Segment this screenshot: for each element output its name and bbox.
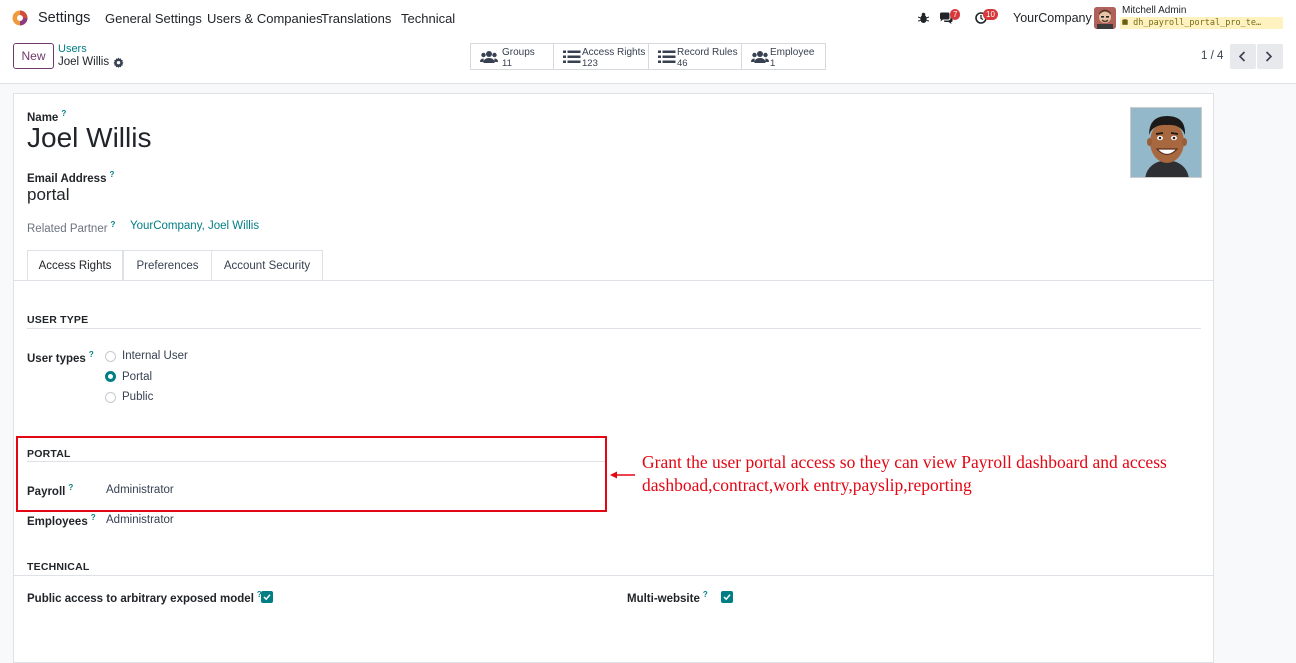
messages-badge: 7 [950, 9, 961, 20]
annotation-highlight-box [16, 436, 607, 512]
help-icon[interactable]: ? [111, 220, 116, 229]
help-icon[interactable]: ? [91, 513, 96, 522]
radio-label[interactable]: Portal [122, 371, 152, 383]
top-navbar: Settings General Settings Users & Compan… [0, 0, 1296, 36]
form-sheet: Name? Joel Willis Email Address? portal … [13, 93, 1214, 663]
tab-preferences[interactable]: Preferences [123, 250, 212, 281]
bug-icon[interactable] [918, 12, 929, 24]
smart-button-employee[interactable]: Employee 1 [741, 43, 826, 70]
email-label: Email Address? [27, 170, 115, 185]
smart-button-groups[interactable]: Groups 11 [470, 43, 554, 70]
section-separator [27, 328, 1201, 329]
smart-button-value: 1 [770, 58, 776, 69]
section-separator [14, 575, 1213, 576]
radio-label[interactable]: Public [122, 391, 153, 403]
gear-icon[interactable] [113, 57, 124, 68]
public-access-checkbox[interactable] [261, 591, 273, 603]
new-button[interactable]: New [13, 43, 54, 69]
pager-next-button[interactable] [1257, 44, 1283, 69]
section-title-user-type: USER TYPE [27, 314, 89, 326]
help-icon[interactable]: ? [703, 590, 708, 599]
users-icon [751, 51, 769, 63]
pager-value[interactable]: 1 / 4 [1201, 50, 1223, 62]
section-title-technical: TECHNICAL [27, 561, 90, 573]
tabs-divider [14, 280, 1213, 281]
smart-button-label: Record Rules [677, 47, 738, 58]
users-icon [480, 51, 498, 63]
annotation-arrow-icon [610, 471, 635, 479]
user-types-label: User types? [27, 350, 94, 365]
check-icon [723, 594, 731, 601]
email-field[interactable]: portal [27, 185, 70, 205]
menu-general-settings[interactable]: General Settings [105, 11, 202, 26]
menu-translations[interactable]: Translations [321, 11, 391, 26]
radio-public[interactable] [105, 392, 116, 403]
user-photo[interactable] [1130, 107, 1202, 178]
radio-label[interactable]: Internal User [122, 350, 188, 362]
database-icon [1122, 19, 1128, 25]
settings-app-icon[interactable] [11, 9, 29, 27]
database-name: dh_payroll_portal_pro_te… [1120, 17, 1283, 29]
smart-button-value: 123 [582, 58, 598, 69]
company-switcher[interactable]: YourCompany [1013, 11, 1092, 25]
help-icon[interactable]: ? [61, 109, 66, 118]
check-icon [263, 594, 271, 601]
name-field[interactable]: Joel Willis [27, 122, 151, 154]
database-name-text: dh_payroll_portal_pro_te… [1133, 18, 1262, 28]
menu-technical[interactable]: Technical [401, 11, 455, 26]
user-name[interactable]: Mitchell Admin [1122, 5, 1186, 16]
list-icon [658, 50, 676, 63]
radio-internal-user[interactable] [105, 351, 116, 362]
help-icon[interactable]: ? [89, 350, 94, 359]
breadcrumb-current: Joel Willis [58, 56, 110, 68]
menu-users-companies[interactable]: Users & Companies [207, 11, 323, 26]
smart-button-record-rules[interactable]: Record Rules 46 [648, 43, 742, 70]
smart-button-label: Access Rights [582, 47, 646, 58]
related-partner-label: Related Partner? [27, 220, 116, 235]
chevron-left-icon [1238, 51, 1246, 62]
smart-button-value: 46 [677, 58, 688, 69]
user-avatar[interactable] [1094, 7, 1116, 29]
tab-account-security[interactable]: Account Security [211, 250, 323, 281]
related-partner-link[interactable]: YourCompany, Joel Willis [130, 220, 259, 232]
multi-website-checkbox[interactable] [721, 591, 733, 603]
employees-label: Employees? [27, 513, 96, 528]
smart-button-label: Employee [770, 47, 815, 58]
smart-button-label: Groups [502, 47, 535, 58]
app-name[interactable]: Settings [38, 10, 90, 26]
multi-website-label: Multi-website? [627, 590, 708, 605]
list-icon [563, 50, 581, 63]
public-access-label: Public access to arbitrary exposed model… [27, 590, 262, 605]
pager-previous-button[interactable] [1230, 44, 1256, 69]
radio-portal[interactable] [105, 371, 116, 382]
activities-badge: 10 [983, 9, 998, 20]
smart-button-access-rights[interactable]: Access Rights 123 [553, 43, 649, 70]
help-icon[interactable]: ? [109, 170, 114, 179]
annotation-text: Grant the user portal access so they can… [642, 452, 1167, 495]
employees-access-select[interactable]: Administrator [106, 514, 174, 526]
smart-button-value: 11 [502, 58, 512, 69]
control-panel: New Users Joel Willis Groups 11 Access R… [0, 36, 1296, 84]
chevron-right-icon [1265, 51, 1273, 62]
breadcrumb-users[interactable]: Users [58, 43, 87, 55]
tab-access-rights[interactable]: Access Rights [27, 250, 123, 281]
